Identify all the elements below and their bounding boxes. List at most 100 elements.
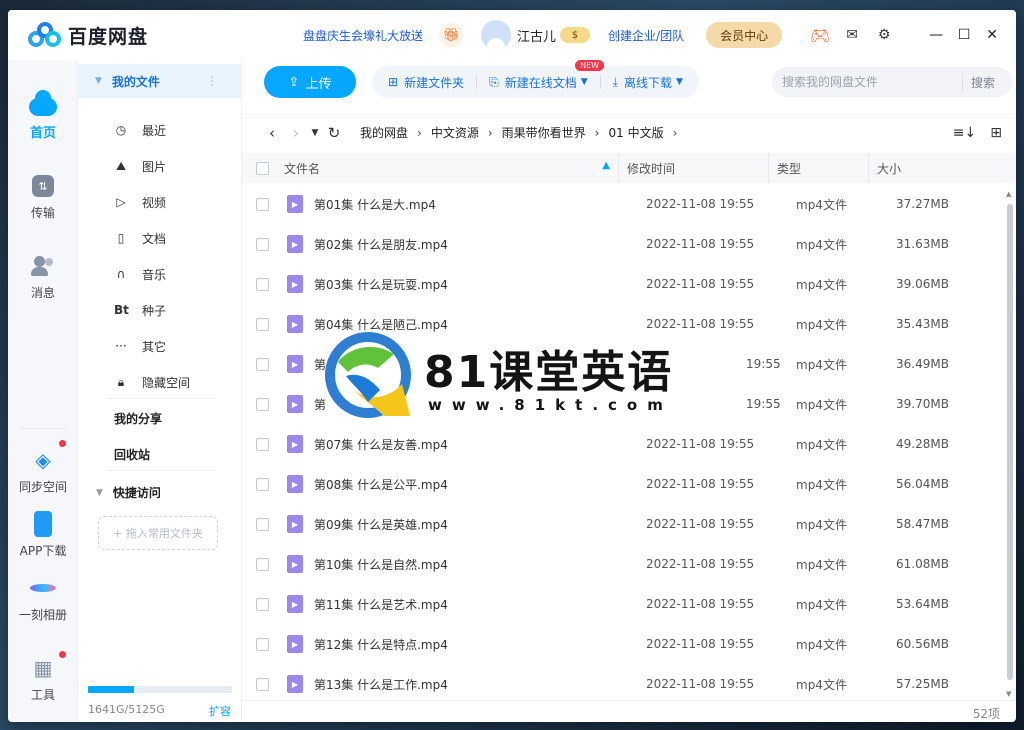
file-type: mp4文件 — [796, 677, 847, 692]
sidebar-item-my-files[interactable]: ▼ 我的文件 ⋮ — [78, 64, 242, 98]
close-icon[interactable]: ✕ — [978, 27, 1006, 43]
column-header-name[interactable]: 文件名 ▲ — [284, 160, 618, 177]
maximize-icon[interactable]: ☐ — [950, 27, 978, 43]
nav-messages[interactable]: 消息 — [8, 252, 78, 301]
breadcrumb-item[interactable]: 雨果带你看世界 — [502, 124, 586, 141]
table-row[interactable]: ▶ 第11集 什么是艺术.mp4 2022-11-08 19:55 mp4文件 53.6… — [242, 584, 1002, 624]
vip-center-button[interactable]: 会员中心 — [706, 22, 783, 48]
video-file-icon: ▶ — [287, 235, 303, 253]
row-checkbox[interactable] — [256, 637, 269, 651]
select-all-checkbox[interactable] — [256, 161, 269, 175]
scroll-up-icon[interactable]: ▲ — [1006, 190, 1011, 198]
new-online-doc-button[interactable]: ⎘ 新建在线文档 ▼ NEW — [489, 59, 605, 91]
file-name[interactable]: 第03集 什么是玩耍.mp4 — [314, 276, 646, 293]
breadcrumb-item[interactable]: 我的网盘 — [360, 124, 408, 141]
nav-sync-label: 同步空间 — [18, 480, 67, 494]
mail-icon[interactable]: ✉ — [836, 27, 868, 43]
file-name[interactable]: 第12集 什么是特点.mp4 — [314, 636, 646, 653]
row-checkbox[interactable] — [256, 397, 269, 411]
refresh-icon[interactable]: ↻ — [322, 124, 346, 142]
username[interactable]: 江古儿 — [517, 26, 556, 45]
sidebar-item-headphones[interactable]: ∩ 音乐 — [78, 256, 242, 292]
nav-sync[interactable]: ◈ 同步空间 — [8, 440, 78, 495]
table-row[interactable]: ▶ 第03集 什么是玩耍.mp4 2022-11-08 19:55 mp4文件 39.0… — [242, 264, 1002, 304]
scrollbar-thumb[interactable] — [1007, 204, 1013, 680]
row-checkbox[interactable] — [256, 197, 269, 211]
sidebar-item-play[interactable]: ▷ 视频 — [78, 184, 242, 220]
file-name[interactable]: 第11集 什么是艺术.mp4 — [314, 596, 646, 613]
sidebar-item-more[interactable]: ··· 其它 — [78, 328, 242, 364]
nav-app-download[interactable]: APP下载 — [8, 510, 78, 559]
back-arrow-icon[interactable]: ‹ — [260, 124, 284, 142]
row-checkbox[interactable] — [256, 437, 269, 451]
column-header-type[interactable]: 类型 — [768, 153, 868, 183]
nav-transfer[interactable]: ⇅ 传输 — [8, 172, 78, 221]
create-enterprise-link[interactable]: 创建企业/团队 — [608, 27, 684, 44]
sidebar-item-bt[interactable]: Bt 种子 — [78, 292, 242, 328]
minimize-icon[interactable]: — — [922, 27, 950, 43]
sort-icon[interactable]: ≡↓ — [953, 125, 976, 141]
gear-icon[interactable]: ⚙ — [868, 27, 900, 43]
new-folder-button[interactable]: ⊞ 新建文件夹 — [388, 74, 464, 91]
doc-plus-icon: ⎘ — [489, 74, 499, 89]
promo-link[interactable]: 盘盘庆生会壕礼大放送 — [303, 27, 423, 44]
upload-button[interactable]: ⇪ 上传 — [264, 66, 356, 98]
table-row[interactable]: ▶ 第10集 什么是自然.mp4 2022-11-08 19:55 mp4文件 61.0… — [242, 544, 1002, 584]
sidebar-item-document[interactable]: ▯ 文档 — [78, 220, 242, 256]
avatar[interactable] — [481, 20, 512, 50]
column-header-size[interactable]: 大小 — [868, 153, 958, 183]
file-name[interactable]: 第02集 什么是朋友.mp4 — [314, 236, 646, 253]
sidebar-item-lock[interactable]: 🔒︎ 隐藏空间 — [78, 364, 242, 400]
file-name[interactable]: 第07集 什么是友善.mp4 — [314, 436, 646, 453]
row-checkbox[interactable] — [256, 357, 269, 371]
gamepad-icon[interactable]: 🎮︎ — [804, 26, 836, 45]
nav-tools[interactable]: ▦ 工具 — [8, 651, 78, 703]
scroll-down-icon[interactable]: ▼ — [1006, 690, 1011, 698]
nav-home[interactable]: 首页 — [8, 90, 78, 141]
table-row[interactable]: ▶ 第09集 什么是英雄.mp4 2022-11-08 19:55 mp4文件 58.4… — [242, 504, 1002, 544]
more-vertical-icon[interactable]: ⋮ — [206, 74, 218, 88]
sidebar-item-clock[interactable]: ◷ 最近 — [78, 112, 242, 148]
file-name[interactable]: 第09集 什么是英雄.mp4 — [314, 516, 646, 533]
search-input[interactable] — [782, 75, 962, 89]
drop-folder-zone[interactable]: + 拖入常用文件夹 — [98, 516, 218, 550]
sidebar-item-image[interactable]: ⛰ 图片 — [78, 148, 242, 184]
row-checkbox[interactable] — [256, 317, 269, 331]
row-checkbox[interactable] — [256, 477, 269, 491]
title-bar: 百度网盘 盘盘庆生会壕礼大放送 🎁︎ 江古儿 $ 创建企业/团队 会员中心 🎮︎… — [8, 10, 1016, 60]
forward-arrow-icon[interactable]: › — [284, 124, 308, 142]
sidebar-item-recycle-bin[interactable]: 回收站 — [114, 446, 150, 463]
sidebar-item-quick-access[interactable]: ▼ 快捷访问 — [96, 484, 161, 501]
file-name[interactable]: 第01集 什么是大.mp4 — [314, 196, 646, 213]
row-checkbox[interactable] — [256, 597, 269, 611]
breadcrumb-item[interactable]: 中文资源 — [431, 124, 479, 141]
nav-album[interactable]: 一刻相册 — [8, 574, 78, 623]
table-row[interactable]: ▶ 第13集 什么是工作.mp4 2022-11-08 19:55 mp4文件 57.2… — [242, 664, 1002, 698]
row-checkbox[interactable] — [256, 677, 269, 691]
breadcrumb-item[interactable]: 01 中文版 — [608, 124, 663, 141]
table-row[interactable]: ▶ 第01集 什么是大.mp4 2022-11-08 19:55 mp4文件 37.27… — [242, 184, 1002, 224]
table-row[interactable]: ▶ 第12集 什么是特点.mp4 2022-11-08 19:55 mp4文件 60.5… — [242, 624, 1002, 664]
column-header-time[interactable]: 修改时间 — [618, 153, 768, 183]
scrollbar[interactable]: ▲ ▼ — [1005, 188, 1013, 700]
offline-download-button[interactable]: ⤓ 离线下载 ▼ — [613, 74, 683, 91]
file-name[interactable]: 第13集 什么是工作.mp4 — [314, 676, 646, 693]
table-row[interactable]: ▶ 第08集 什么是公平.mp4 2022-11-08 19:55 mp4文件 56.0… — [242, 464, 1002, 504]
row-checkbox[interactable] — [256, 557, 269, 571]
file-name[interactable]: 第10集 什么是自然.mp4 — [314, 556, 646, 573]
file-name[interactable]: 第04集 什么是陋己.mp4 — [314, 316, 646, 333]
clock-icon: ◷ — [115, 123, 127, 137]
search-button[interactable]: 搜索 — [962, 73, 995, 91]
table-row[interactable]: ▶ 第02集 什么是朋友.mp4 2022-11-08 19:55 mp4文件 31.6… — [242, 224, 1002, 264]
table-row[interactable]: ▶ 第07集 什么是友善.mp4 2022-11-08 19:55 mp4文件 49.2… — [242, 424, 1002, 464]
coin-badge[interactable]: $ — [560, 27, 591, 43]
gift-icon[interactable]: 🎁︎ — [439, 23, 464, 47]
expand-storage-link[interactable]: 扩容 — [209, 703, 231, 719]
history-dropdown-icon[interactable]: ▼ — [308, 128, 322, 138]
grid-view-icon[interactable]: ⊞ — [990, 125, 1002, 141]
row-checkbox[interactable] — [256, 277, 269, 291]
row-checkbox[interactable] — [256, 237, 269, 251]
sidebar-item-my-share[interactable]: 我的分享 — [114, 410, 162, 427]
row-checkbox[interactable] — [256, 517, 269, 531]
file-name[interactable]: 第08集 什么是公平.mp4 — [314, 476, 646, 493]
